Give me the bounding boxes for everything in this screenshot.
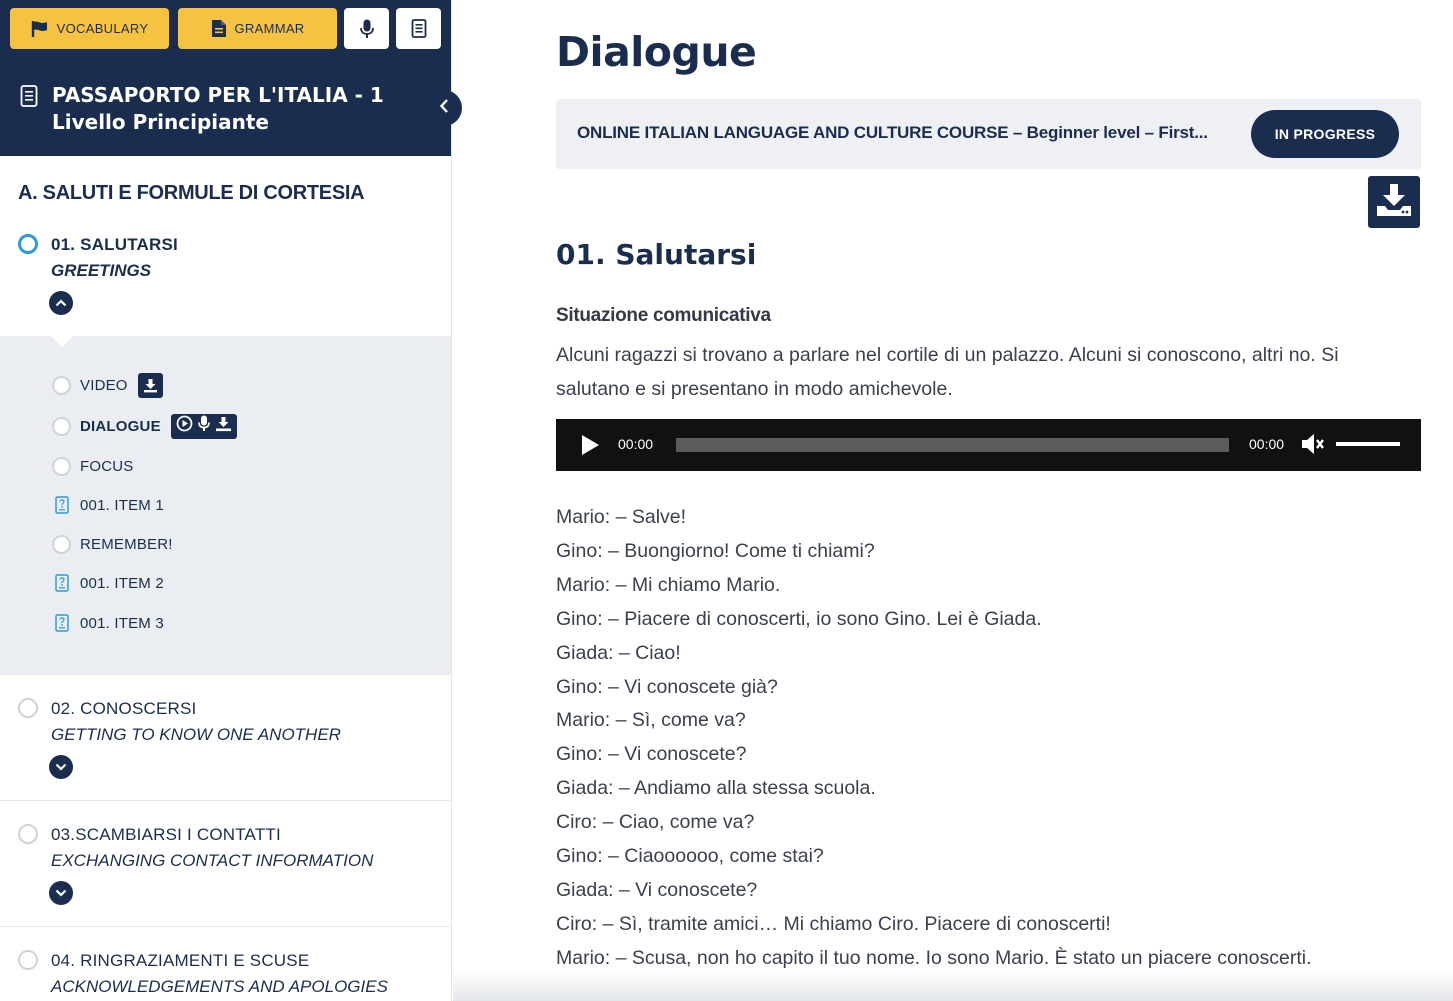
course-info-bar: ONLINE ITALIAN LANGUAGE AND CULTURE COUR… (556, 99, 1421, 169)
sub-item-item2[interactable]: 001. ITEM 2 (52, 571, 164, 595)
sub-item-dialogue[interactable]: DIALOGUE (52, 413, 237, 439)
sub-item-label: 001. ITEM 2 (80, 574, 164, 592)
lesson-title: 04. RINGRAZIAMENTI E SCUSE (51, 951, 310, 970)
duration: 00:00 (1249, 436, 1285, 452)
status-circle-icon (52, 534, 71, 554)
sub-item-label: VIDEO (80, 376, 128, 394)
quiz-doc-icon (52, 614, 71, 632)
sub-item-item3[interactable]: 001. ITEM 3 (52, 611, 164, 635)
vocabulary-button[interactable]: VOCABULARY (10, 8, 169, 49)
play-icon[interactable] (580, 434, 600, 461)
download-icon[interactable] (137, 372, 163, 398)
volume-slider[interactable] (1336, 442, 1400, 446)
sub-item-label: 001. ITEM 3 (80, 614, 164, 632)
lesson-subtitle: GETTING TO KNOW ONE ANOTHER (51, 725, 341, 744)
collapse-sidebar-button[interactable] (426, 90, 462, 126)
dialogue-line: Gino: – Piacere di conoscerti, io sono G… (556, 607, 1042, 630)
status-circle-icon (52, 456, 71, 476)
main-content: Dialogue ONLINE ITALIAN LANGUAGE AND CUL… (453, 0, 1453, 1001)
lesson-status-ring (18, 824, 38, 844)
notes-icon (411, 19, 427, 38)
volume-icon[interactable] (1301, 432, 1327, 461)
dialogue-line: Gino: – Ciaoooooo, come stai? (556, 845, 824, 868)
chevron-up-icon[interactable] (49, 291, 73, 315)
grammar-button[interactable]: GRAMMAR (178, 8, 337, 49)
scroll-fade (453, 970, 1453, 1001)
sidebar-toolbar: VOCABULARY GRAMMAR (0, 0, 451, 58)
lesson-subtitle: GREETINGS (51, 261, 152, 280)
download-icon (1375, 182, 1413, 223)
flag-icon (31, 20, 49, 38)
course-title-line2: Livello Principiante (52, 110, 269, 134)
situation-text: Alcuni ragazzi si trovano a parlare nel … (556, 344, 1339, 400)
course-title-line1: PASSAPORTO PER L'ITALIA - 1 (52, 83, 384, 107)
status-circle-icon (52, 375, 71, 395)
status-circle-icon (52, 416, 71, 436)
sub-item-label: FOCUS (80, 457, 134, 475)
dialogue-line: Giada: – Andiamo alla stessa scuola. (556, 777, 876, 800)
course-header: PASSAPORTO PER L'ITALIA - 1 Livello Prin… (0, 58, 451, 156)
lesson-title: 02. CONOSCERSI (51, 699, 197, 718)
file-icon (211, 19, 227, 38)
sub-item-remember[interactable]: REMEMBER! (52, 532, 173, 556)
chevron-left-icon (439, 98, 449, 119)
divider (0, 926, 451, 927)
chevron-down-icon[interactable] (49, 881, 73, 905)
lesson-subtitle: ACKNOWLEDGEMENTS AND APOLOGIES (51, 977, 388, 996)
download-button[interactable] (1368, 176, 1420, 228)
dialogue-line: Mario: – Salve! (556, 506, 687, 528)
notes-button[interactable] (396, 8, 441, 49)
dialogue-media-icons (170, 413, 237, 439)
divider (0, 800, 451, 801)
dialogue-line: Ciro: – Sì, tramite amici… Mi chiamo Cir… (556, 912, 1111, 935)
lesson-heading: 01. Salutarsi (556, 238, 757, 271)
lesson-status-ring (18, 950, 38, 970)
course-name[interactable]: ONLINE ITALIAN LANGUAGE AND CULTURE COUR… (577, 123, 1237, 143)
status-badge[interactable]: IN PROGRESS (1251, 110, 1399, 158)
lesson-status-ring (18, 234, 38, 254)
sub-item-item1[interactable]: 001. ITEM 1 (52, 493, 164, 517)
dialogue-line: Gino: – Buongiorno! Come ti chiami? (556, 539, 875, 562)
chevron-down-icon[interactable] (49, 755, 73, 779)
play-circle-icon[interactable] (176, 415, 193, 437)
section-title: A. SALUTI E FORMULE DI CORTESIA (18, 182, 365, 204)
sub-item-label: DIALOGUE (80, 417, 161, 435)
course-title: PASSAPORTO PER L'ITALIA - 1 Livello Prin… (52, 82, 384, 136)
sub-item-video[interactable]: VIDEO (52, 372, 163, 398)
lesson-status-ring (18, 698, 38, 718)
lesson-subtitle: EXCHANGING CONTACT INFORMATION (51, 851, 374, 870)
dialogue-line: Mario: – Sì, come va? (556, 709, 746, 732)
audio-progress-bar[interactable] (676, 438, 1229, 452)
dialogue-line: Mario: – Mi chiamo Mario. (556, 573, 781, 596)
microphone-icon[interactable] (197, 415, 210, 437)
divider (0, 674, 451, 675)
vocabulary-label: VOCABULARY (56, 21, 149, 36)
current-time: 00:00 (618, 436, 654, 452)
sub-item-label: 001. ITEM 1 (80, 496, 164, 514)
dialogue-line: Gino: – Vi conoscete già? (556, 675, 778, 698)
dialogue-line: Giada: – Ciao! (556, 641, 681, 664)
recording-button[interactable] (344, 8, 389, 49)
sub-item-focus[interactable]: FOCUS (52, 454, 134, 478)
quiz-doc-icon (52, 574, 71, 592)
lesson-title: 01. SALUTARSI (51, 235, 178, 254)
grammar-label: GRAMMAR (234, 21, 305, 36)
sub-item-label: REMEMBER! (80, 535, 173, 553)
page-title: Dialogue (556, 28, 757, 76)
microphone-icon (359, 19, 374, 39)
situation-heading: Situazione comunicativa (556, 305, 771, 326)
dialogue-text: Mario: – Salve! Gino: – Buongiorno! Come… (556, 501, 1426, 976)
quiz-doc-icon (52, 496, 71, 514)
sidebar: VOCABULARY GRAMMAR PASSAPORTO PER L'ITAL… (0, 0, 452, 1001)
audio-player: 00:00 00:00 (556, 419, 1421, 471)
lesson-title: 03.SCAMBIARSI I CONTATTI (51, 825, 281, 844)
course-document-icon (20, 85, 38, 112)
panel-notch (51, 336, 73, 347)
dialogue-line: Ciro: – Ciao, come va? (556, 811, 755, 834)
download-icon[interactable] (215, 416, 232, 437)
dialogue-line: Giada: – Vi conoscete? (556, 878, 758, 901)
dialogue-line: Gino: – Vi conoscete? (556, 743, 747, 766)
